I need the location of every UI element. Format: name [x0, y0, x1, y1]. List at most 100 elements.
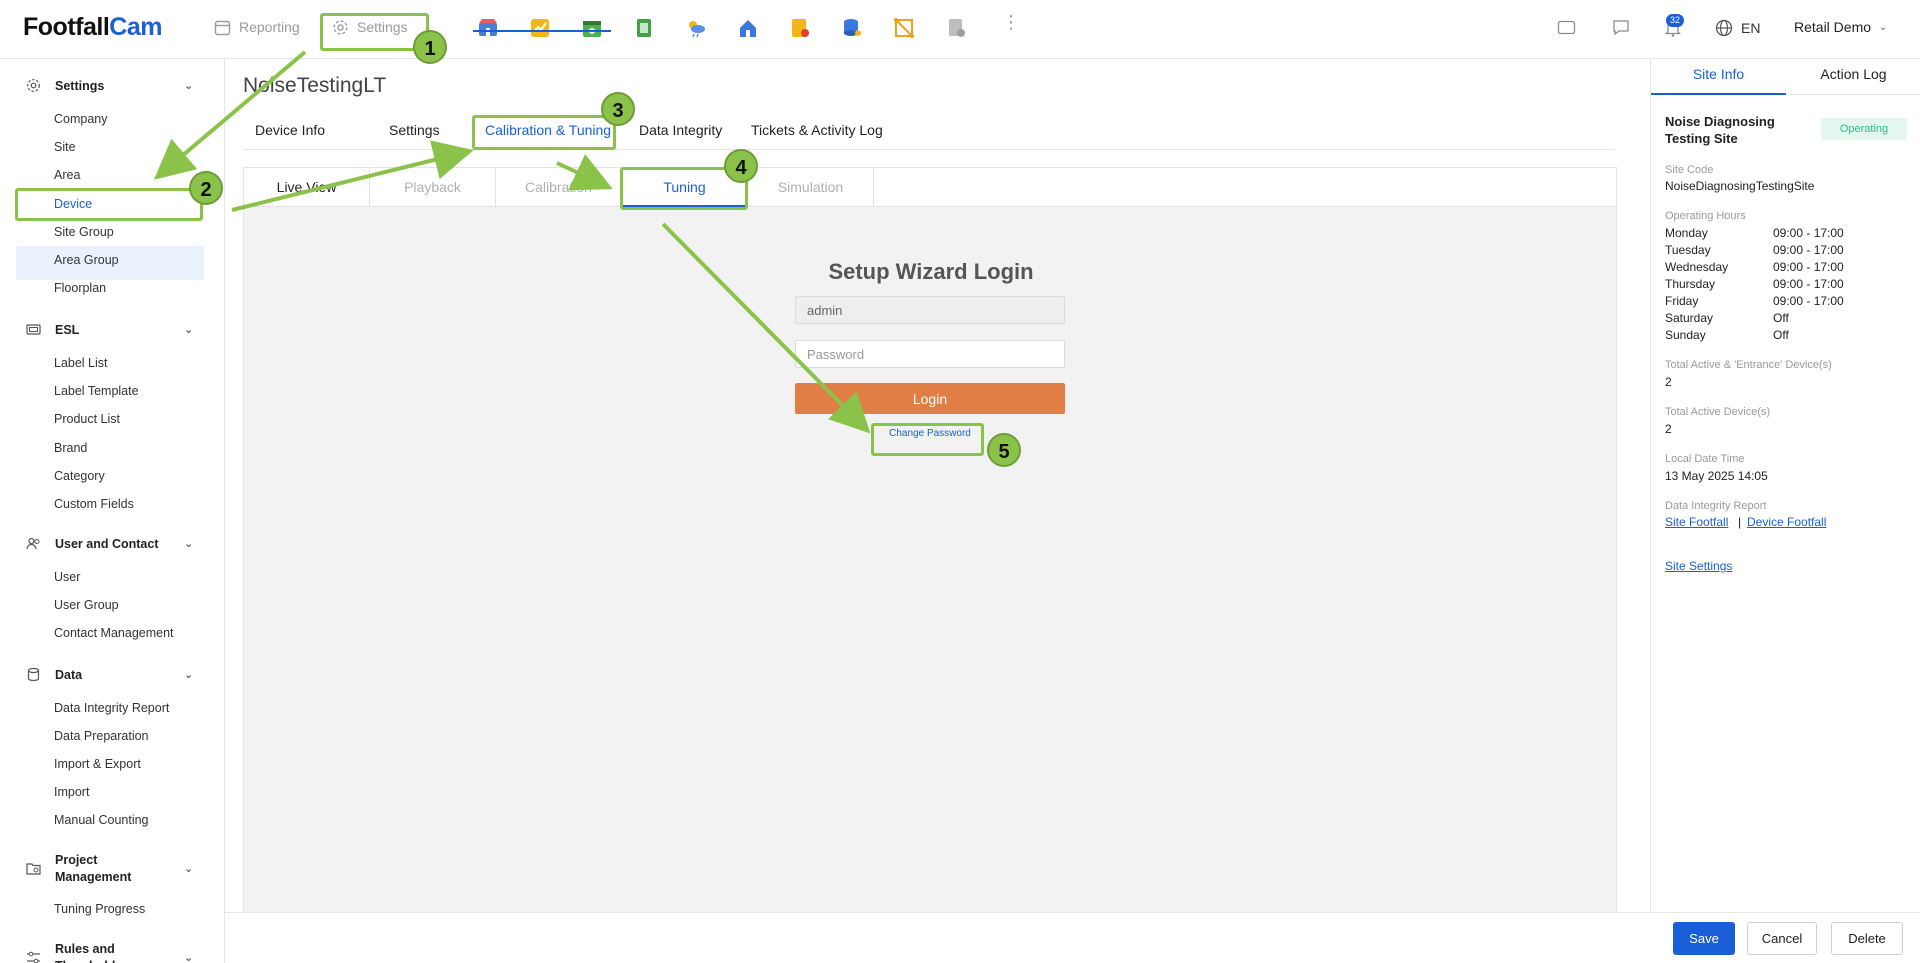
- sidebar-item-data-integrity-report[interactable]: Data Integrity Report: [54, 701, 169, 715]
- total-active-value: 2: [1665, 422, 1672, 436]
- gear-icon: [27, 79, 40, 92]
- site-name: Noise Diagnosing Testing Site: [1665, 114, 1775, 146]
- nav-reporting-label: Reporting: [239, 19, 300, 35]
- total-active-entrance-value: 2: [1665, 375, 1672, 389]
- sidebar-item-category[interactable]: Category: [54, 469, 105, 483]
- user-menu[interactable]: Retail Demo ⌄: [1794, 19, 1887, 35]
- calendar-icon[interactable]: [581, 17, 603, 39]
- change-password-link[interactable]: Change Password: [874, 428, 986, 445]
- project-icon: [26, 863, 41, 875]
- tab-device-info[interactable]: Device Info: [255, 122, 325, 138]
- sidebar-item-data-preparation[interactable]: Data Preparation: [54, 729, 149, 743]
- sidebar-item-site[interactable]: Site: [54, 140, 76, 154]
- nav-settings[interactable]: Settings: [331, 18, 408, 36]
- sidebar-group-user-contact[interactable]: User and Contact ⌄: [26, 536, 196, 551]
- step-marker-2: 2: [189, 171, 223, 205]
- database-icon[interactable]: [841, 17, 863, 39]
- password-field[interactable]: [795, 340, 1065, 368]
- alert-document-icon[interactable]: [789, 17, 811, 39]
- sidebar-item-user-group[interactable]: User Group: [54, 598, 119, 612]
- chat-icon[interactable]: [1612, 19, 1630, 36]
- sidebar-item-import[interactable]: Import: [54, 785, 89, 799]
- chevron-down-icon: ⌄: [184, 324, 194, 336]
- subtab-playback[interactable]: Playback: [370, 168, 496, 207]
- chevron-down-icon: ⌄: [1879, 21, 1888, 33]
- tab-data-integrity[interactable]: Data Integrity: [639, 122, 722, 138]
- notification-badge: 32: [1666, 14, 1685, 27]
- sidebar-group-label: Settings: [55, 78, 105, 93]
- sidebar-item-floorplan[interactable]: Floorplan: [54, 281, 106, 295]
- report-export-icon[interactable]: [945, 17, 967, 39]
- rules-icon: [27, 951, 40, 963]
- step-marker-1: 1: [413, 30, 447, 64]
- subtab-live-view[interactable]: Live View: [244, 168, 370, 207]
- spreadsheet-icon[interactable]: [633, 17, 655, 39]
- weather-icon[interactable]: [685, 17, 707, 39]
- sidebar-group-label: Data: [55, 667, 83, 682]
- database-icon: [27, 667, 40, 682]
- sidebar-group-project-management[interactable]: Project Management ⌄: [26, 852, 196, 886]
- tab-action-log[interactable]: Action Log: [1786, 66, 1920, 82]
- analytics-chart-icon[interactable]: [529, 17, 551, 39]
- total-active-entrance-label: Total Active & 'Entrance' Device(s): [1665, 359, 1832, 371]
- sidebar-item-company[interactable]: Company: [54, 112, 108, 126]
- esl-icon: [26, 324, 41, 335]
- ticket-icon[interactable]: [1557, 19, 1576, 36]
- right-tab-underline: [1651, 93, 1786, 95]
- sidebar-group-esl[interactable]: ESL ⌄: [26, 322, 196, 337]
- sidebar-item-label-list[interactable]: Label List: [54, 356, 108, 370]
- site-footfall-link[interactable]: Site Footfall: [1665, 515, 1728, 529]
- tab-calibration-tuning[interactable]: Calibration & Tuning: [485, 122, 611, 138]
- footfallcam-logo[interactable]: FootfallCam: [23, 13, 162, 42]
- sidebar-group-label: Project Management: [55, 853, 132, 884]
- nav-settings-label: Settings: [357, 19, 408, 35]
- sidebar-item-manual-counting[interactable]: Manual Counting: [54, 813, 149, 827]
- sidebar-item-area-group[interactable]: Area Group: [54, 253, 119, 267]
- step-marker-4: 4: [724, 149, 758, 183]
- subtab-calibration[interactable]: Calibration: [496, 168, 622, 207]
- sidebar-item-user[interactable]: User: [54, 570, 80, 584]
- sidebar-item-site-group[interactable]: Site Group: [54, 225, 114, 239]
- nav-reporting[interactable]: Reporting: [213, 18, 300, 36]
- site-settings-link[interactable]: Site Settings: [1665, 559, 1732, 573]
- device-footfall-link[interactable]: Device Footfall: [1747, 515, 1826, 529]
- sidebar-item-tuning-progress[interactable]: Tuning Progress: [54, 902, 145, 916]
- delete-button[interactable]: Delete: [1831, 922, 1903, 955]
- tab-site-info[interactable]: Site Info: [1651, 66, 1786, 82]
- chevron-down-icon: ⌄: [184, 80, 194, 92]
- username-field[interactable]: [795, 296, 1065, 324]
- sidebar-group-settings[interactable]: Settings ⌄: [26, 78, 196, 93]
- sidebar-item-contact-management[interactable]: Contact Management: [54, 626, 174, 640]
- footer-bar: [225, 912, 1920, 963]
- site-code-label: Site Code: [1665, 164, 1714, 176]
- user-name: Retail Demo: [1794, 19, 1872, 35]
- tab-tickets-activity-log[interactable]: Tickets & Activity Log: [751, 122, 883, 138]
- sidebar-item-product-list[interactable]: Product List: [54, 412, 120, 426]
- more-vertical-icon[interactable]: ⋮: [1002, 13, 1020, 31]
- sidebar-item-custom-fields[interactable]: Custom Fields: [54, 497, 134, 511]
- cancel-button[interactable]: Cancel: [1747, 922, 1817, 955]
- subtab-simulation[interactable]: Simulation: [748, 168, 874, 207]
- right-panel-tabs: Site Info Action Log: [1651, 59, 1920, 95]
- sidebar-item-brand[interactable]: Brand: [54, 441, 87, 455]
- chevron-down-icon: ⌄: [184, 952, 194, 963]
- floorplan-icon[interactable]: [893, 17, 915, 39]
- save-button[interactable]: Save: [1673, 922, 1735, 955]
- operating-hours-label: Operating Hours: [1665, 210, 1746, 222]
- login-button[interactable]: Login: [795, 383, 1065, 414]
- site-info-panel: Site Info Action Log Noise Diagnosing Te…: [1650, 59, 1920, 912]
- sidebar-group-data[interactable]: Data ⌄: [26, 667, 196, 682]
- sidebar-item-import-export[interactable]: Import & Export: [54, 757, 141, 771]
- step-marker-5: 5: [987, 433, 1021, 467]
- sidebar-item-area[interactable]: Area: [54, 168, 80, 182]
- sidebar-group-rules[interactable]: Rules and Thresholds ⌄: [26, 941, 196, 963]
- local-datetime-label: Local Date Time: [1665, 453, 1745, 465]
- language-selector[interactable]: EN: [1715, 19, 1760, 37]
- tab-settings[interactable]: Settings: [389, 122, 440, 138]
- sub-tab-bar: Live View Playback Calibration Tuning Si…: [244, 168, 1616, 207]
- status-badge: Operating: [1821, 118, 1907, 140]
- sidebar-item-device[interactable]: Device: [54, 197, 92, 211]
- retail-store-icon[interactable]: [477, 17, 499, 39]
- sidebar-item-label-template[interactable]: Label Template: [54, 384, 139, 398]
- home-icon[interactable]: [737, 17, 759, 39]
